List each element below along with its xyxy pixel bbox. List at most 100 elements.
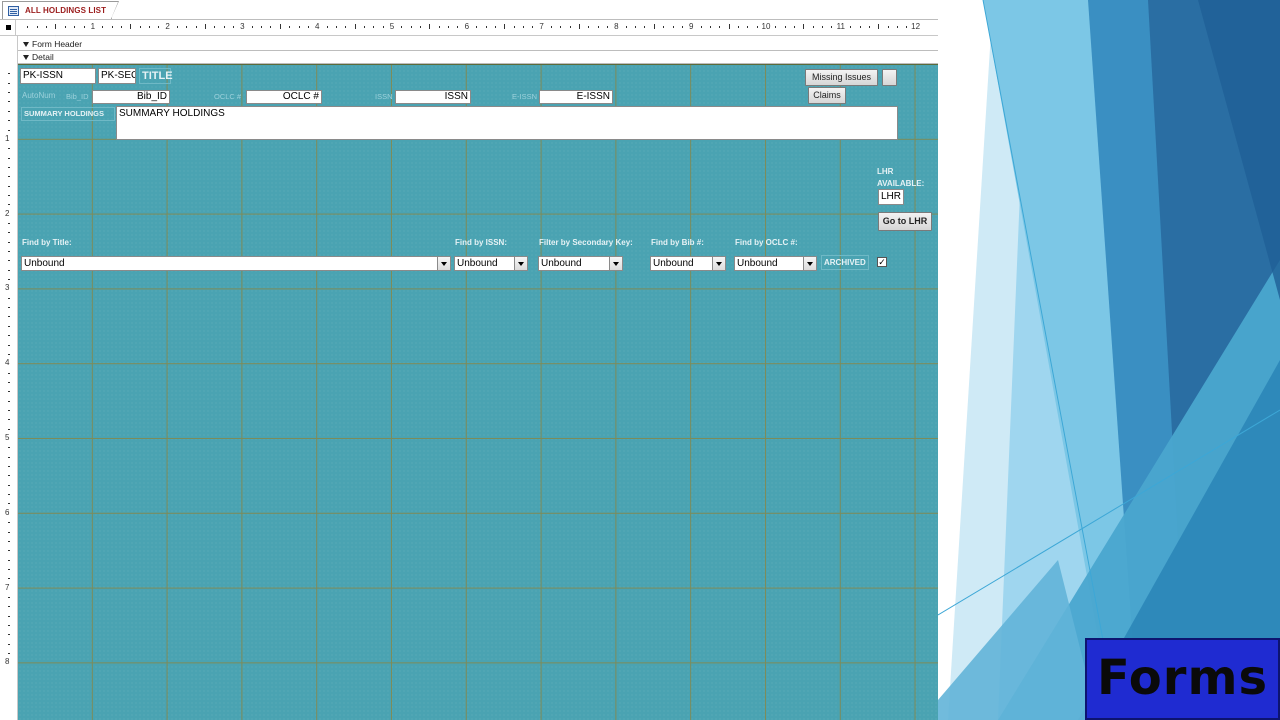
form-selector[interactable]: [0, 20, 16, 35]
ruler-tick: [8, 503, 10, 505]
claims-button[interactable]: Claims: [808, 87, 846, 104]
form-icon: [8, 5, 19, 16]
ruler-tick: [279, 24, 281, 29]
find-by-oclc-combo[interactable]: Unbound: [734, 256, 817, 271]
ruler-tick: [868, 26, 870, 28]
ruler-tick: [401, 26, 403, 28]
lhr-label-line1: LHR: [877, 167, 894, 176]
ruler-tick: [130, 24, 132, 29]
summary-holdings-label: SUMMARY HOLDINGS: [21, 107, 115, 121]
ruler-tick: [681, 26, 683, 28]
ruler-tick: [326, 26, 328, 28]
document-tab-label: ALL HOLDINGS LIST: [25, 6, 107, 15]
ruler-number: 8: [5, 657, 10, 667]
ruler-tick: [8, 157, 10, 159]
find-by-bib-combo[interactable]: Unbound: [650, 256, 726, 271]
summary-holdings-textbox[interactable]: SUMMARY HOLDINGS: [116, 106, 898, 140]
ruler-tick: [8, 447, 10, 449]
ruler-tick: [8, 559, 10, 561]
eissn-textbox[interactable]: E-ISSN: [539, 90, 613, 104]
ruler-tick: [550, 26, 552, 28]
ruler-tick: [8, 643, 10, 645]
form-header-section-bar[interactable]: Form Header: [18, 38, 938, 51]
ruler-tick: [8, 381, 10, 383]
ruler-tick: [214, 26, 216, 28]
ruler-tick: [8, 522, 10, 524]
ruler-tick: [831, 26, 833, 28]
ruler-tick: [8, 475, 10, 477]
ruler-tick: [373, 26, 375, 28]
ruler-tick: [148, 26, 150, 28]
lhr-available-label: LHR AVAILABLE:: [877, 166, 924, 190]
ruler-tick: [794, 26, 795, 28]
issn-textbox[interactable]: ISSN: [395, 90, 471, 104]
missing-issues-button[interactable]: Missing Issues: [805, 69, 878, 86]
ruler-tick: [644, 26, 646, 28]
ruler-tick: [8, 634, 10, 636]
ruler-tick: [775, 26, 777, 28]
bib-id-textbox[interactable]: Bib_ID: [92, 90, 170, 104]
ruler-tick: [8, 297, 10, 299]
ruler-tick: [27, 26, 29, 28]
ruler-tick: [747, 26, 749, 28]
ruler-tick: [8, 204, 10, 206]
ruler-tick: [223, 26, 225, 28]
ruler-tick: [8, 92, 10, 93]
ruler-number: 6: [5, 507, 10, 517]
ruler-tick: [8, 325, 10, 327]
ruler-number: 7: [539, 22, 544, 31]
blank-button[interactable]: [882, 69, 897, 86]
dropdown-arrow-icon[interactable]: [437, 257, 450, 270]
ruler-tick: [307, 26, 309, 28]
find-by-issn-combo[interactable]: Unbound: [454, 256, 528, 271]
form-header-label: Form Header: [32, 39, 83, 49]
find-by-title-combo[interactable]: Unbound: [21, 256, 451, 271]
ruler-tick: [8, 400, 10, 402]
eissn-label: E-ISSN: [512, 92, 538, 101]
detail-section-bar[interactable]: Detail: [18, 51, 938, 64]
document-tab[interactable]: ALL HOLDINGS LIST: [2, 1, 119, 19]
ruler-tick: [8, 550, 10, 552]
ruler-tick: [728, 24, 730, 29]
dropdown-arrow-icon[interactable]: [712, 257, 725, 270]
find-by-oclc-value: Unbound: [737, 258, 778, 269]
dropdown-arrow-icon[interactable]: [803, 257, 816, 270]
dropdown-arrow-icon[interactable]: [514, 257, 527, 270]
ruler-tick: [8, 166, 10, 168]
ruler-tick: [719, 26, 721, 28]
ruler-tick: [36, 26, 38, 28]
find-by-issn-value: Unbound: [457, 258, 498, 269]
ruler-tick: [8, 185, 10, 187]
ruler-number: 1: [90, 22, 96, 31]
title-label[interactable]: TITLE: [139, 68, 173, 84]
slide-decoration: [938, 0, 1280, 720]
ruler-tick: [298, 26, 300, 28]
filter-secondary-key-combo[interactable]: Unbound: [538, 256, 623, 271]
ruler-tick: [737, 26, 739, 28]
detail-label: Detail: [32, 52, 54, 62]
ruler-tick: [410, 26, 412, 28]
find-by-bib-label: Find by Bib #:: [651, 238, 704, 247]
dropdown-arrow-icon[interactable]: [609, 257, 622, 270]
ruler-tick: [8, 540, 10, 542]
pk-sec-textbox[interactable]: PK-SEC: [98, 68, 136, 84]
ruler-tick: [270, 26, 272, 28]
ruler-tick: [8, 419, 10, 421]
oclc-textbox[interactable]: OCLC #: [246, 90, 322, 104]
autonum-label: AutoNum: [22, 91, 56, 100]
ruler-tick: [8, 120, 10, 122]
ruler-tick: [8, 484, 10, 486]
pk-issn-textbox[interactable]: PK-ISSN: [20, 68, 96, 84]
detail-canvas[interactable]: PK-ISSN PK-SEC TITLE Missing Issues Auto…: [18, 64, 938, 720]
ruler-tick: [8, 494, 10, 496]
document-tab-bar: ALL HOLDINGS LIST: [0, 0, 938, 20]
archived-checkbox[interactable]: ✓: [877, 257, 887, 267]
ruler-number: 5: [5, 433, 10, 442]
lhr-available-textbox[interactable]: LHR A: [878, 189, 904, 205]
go-to-lhr-button[interactable]: Go to LHR: [878, 212, 932, 231]
ruler-tick: [8, 194, 10, 196]
ruler-number: 6: [464, 22, 470, 31]
ruler-tick: [8, 176, 10, 178]
ruler-tick: [476, 26, 478, 28]
filter-secondary-key-label: Filter by Secondary Key:: [539, 238, 633, 247]
